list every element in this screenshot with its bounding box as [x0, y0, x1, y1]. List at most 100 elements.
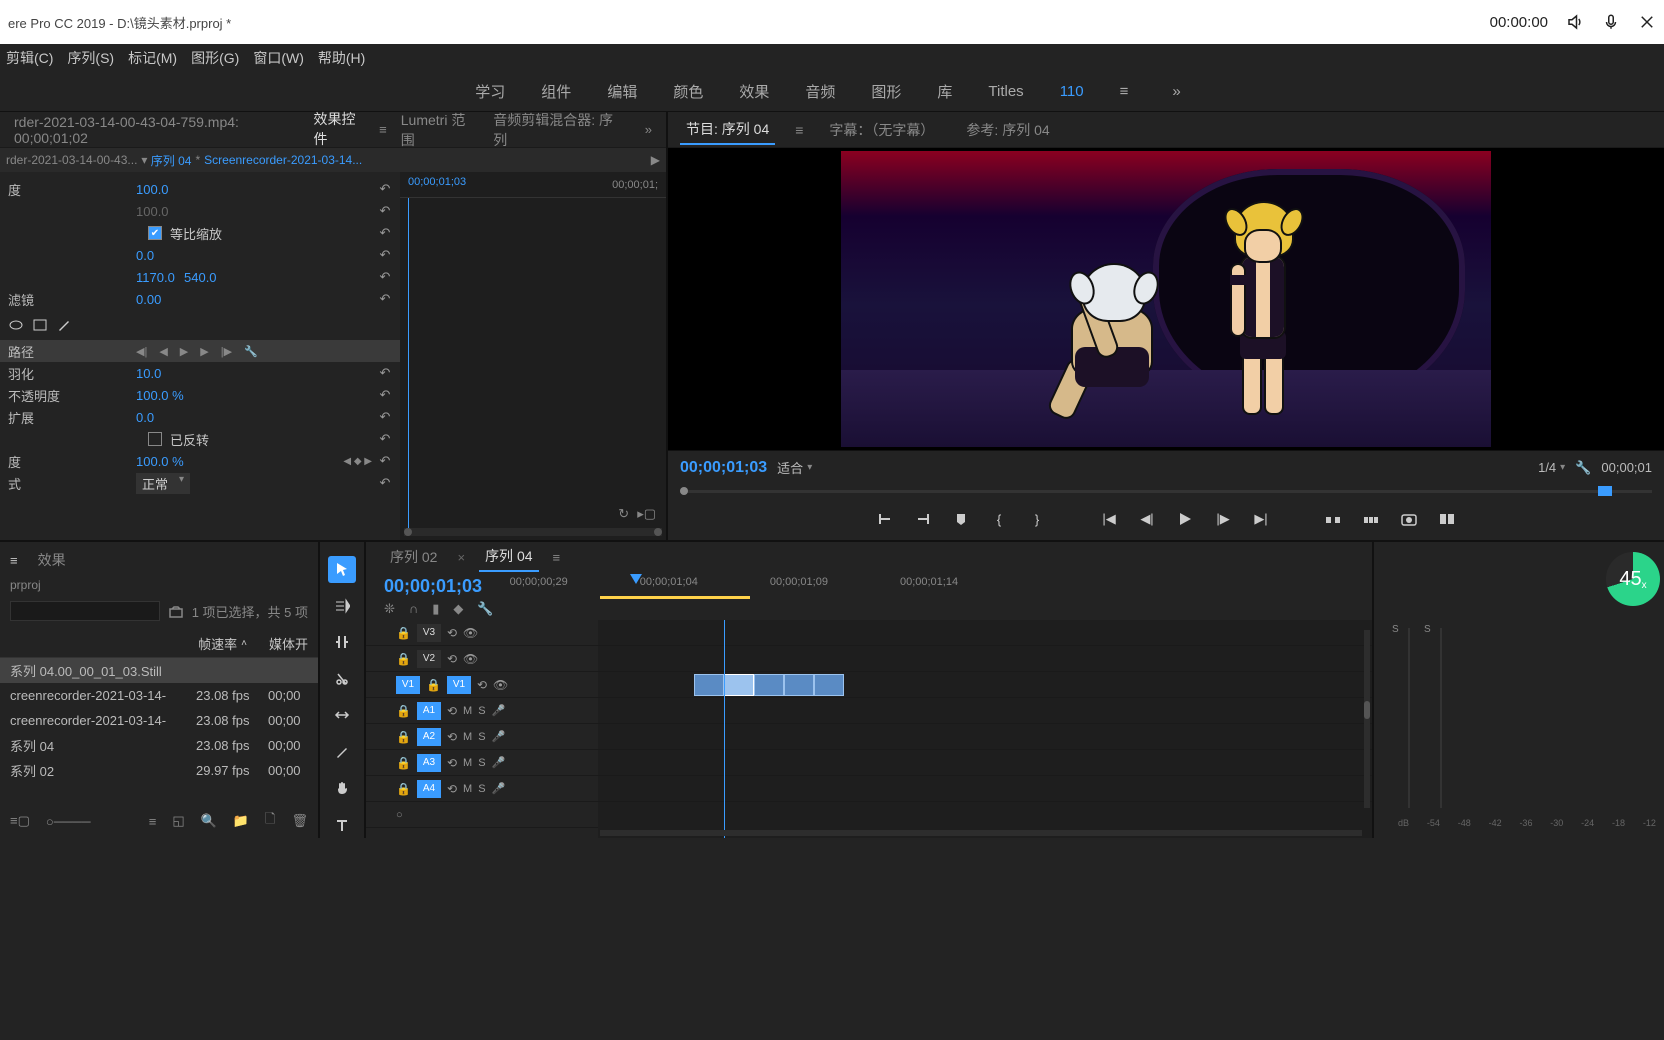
track-a1[interactable]: 🔒A1⟲MS🎤: [366, 698, 598, 724]
ws-editing[interactable]: 编辑: [607, 81, 637, 102]
menu-graphics[interactable]: 图形(G): [191, 48, 239, 68]
mute-button[interactable]: M: [463, 757, 472, 769]
clip[interactable]: [694, 674, 724, 696]
voice-over-icon[interactable]: 🎤: [492, 704, 506, 717]
reset-blend-icon[interactable]: ↶: [376, 475, 394, 491]
reset-rot-icon[interactable]: ↶: [376, 247, 394, 263]
ws-menu-icon[interactable]: ≡: [1120, 83, 1129, 100]
tab-lumetri[interactable]: Lumetri 范围: [395, 106, 480, 154]
mark-out-icon[interactable]: [914, 510, 932, 528]
ellipse-mask-icon[interactable]: [8, 317, 24, 333]
effect-playhead-line[interactable]: [408, 198, 409, 528]
lock-icon[interactable]: 🔒: [396, 626, 411, 640]
opacity-value[interactable]: 100.0 %: [136, 454, 184, 469]
new-item-icon[interactable]: 🗋: [265, 810, 275, 832]
lock-icon[interactable]: 🔒: [396, 704, 411, 718]
speaker-icon[interactable]: [1566, 13, 1584, 31]
mask-wrench-icon[interactable]: 🔧: [244, 345, 258, 358]
project-menu-icon[interactable]: ≡: [10, 553, 18, 568]
zoom-slider[interactable]: ○────: [46, 814, 91, 829]
ws-number[interactable]: 110: [1060, 83, 1084, 100]
col-media-start[interactable]: 媒体开: [269, 634, 308, 653]
tab-subtitle[interactable]: 字幕：（无字幕）: [823, 116, 940, 144]
timeline-timecode[interactable]: 00;00;01;03: [384, 576, 494, 597]
source-patch[interactable]: V1: [396, 676, 420, 694]
vertical-scrollbar[interactable]: [1364, 630, 1370, 808]
horizontal-scrollbar[interactable]: [600, 830, 1362, 836]
tl-marker-icon[interactable]: ◆: [453, 601, 463, 617]
tab-effects-browser[interactable]: 效果: [32, 546, 72, 574]
track-select-tool-icon[interactable]: [328, 593, 356, 620]
step-back-icon[interactable]: ◀|: [1138, 510, 1156, 528]
tab-audio-mixer[interactable]: 音频剪辑混合器: 序列: [487, 106, 622, 154]
comparison-view-icon[interactable]: [1438, 510, 1456, 528]
selection-tool-icon[interactable]: [328, 556, 356, 583]
voice-over-icon[interactable]: 🎤: [492, 782, 506, 795]
list-item[interactable]: 系列 0423.08 fps00;00: [0, 733, 318, 758]
eye-icon[interactable]: 👁: [493, 678, 508, 692]
ws-assembly[interactable]: 组件: [541, 81, 571, 102]
add-marker-icon[interactable]: [952, 510, 970, 528]
program-tab-menu-icon[interactable]: ≡: [795, 122, 803, 138]
mask-prev-kf-icon[interactable]: ◀|: [136, 345, 147, 358]
clip[interactable]: [784, 674, 814, 696]
sync-lock-icon[interactable]: ⟲: [447, 652, 457, 666]
clip-selected[interactable]: [724, 674, 754, 696]
tab-sequence-02[interactable]: 序列 02: [384, 543, 443, 571]
reset-uniform-icon[interactable]: ↶: [376, 225, 394, 241]
play-icon[interactable]: [1176, 510, 1194, 528]
sync-lock-icon[interactable]: ⟲: [447, 626, 457, 640]
reset-scalew-icon[interactable]: ↶: [376, 203, 394, 219]
find-icon[interactable]: 🔍: [201, 813, 217, 829]
reset-opacity-icon[interactable]: ↶: [376, 453, 394, 469]
tab-reference[interactable]: 参考: 序列 04: [960, 116, 1055, 144]
mask-next-kf-icon[interactable]: |▶: [221, 345, 232, 358]
anchor-y[interactable]: 540.0: [184, 270, 224, 285]
mark-in-icon[interactable]: [876, 510, 894, 528]
ripple-edit-tool-icon[interactable]: [328, 629, 356, 656]
anchor-x[interactable]: 1170.0: [136, 270, 176, 285]
sync-lock-icon[interactable]: ⟲: [447, 756, 457, 770]
tl-settings-icon[interactable]: 🔧: [477, 601, 493, 617]
go-to-in-icon[interactable]: |◀: [1100, 510, 1118, 528]
project-search-input[interactable]: [10, 601, 160, 621]
playhead-icon[interactable]: [630, 574, 642, 584]
solo-button[interactable]: S: [478, 757, 485, 769]
close-icon[interactable]: [1638, 13, 1656, 31]
mute-button[interactable]: M: [463, 783, 472, 795]
tab-source-clip[interactable]: rder-2021-03-14-00-43-04-759.mp4: 00;00;…: [8, 110, 299, 150]
hand-tool-icon[interactable]: [328, 775, 356, 802]
effect-timeline[interactable]: 00;00;01;03 00;00;01; ↻ ▸▢: [400, 172, 666, 540]
bracket-out-icon[interactable]: }: [1028, 510, 1046, 528]
add-marker-tl-icon[interactable]: ▮: [432, 601, 439, 617]
reset-af-icon[interactable]: ↶: [376, 291, 394, 307]
reset-anchor-icon[interactable]: ↶: [376, 269, 394, 285]
pen-mask-icon[interactable]: [56, 317, 72, 333]
solo-button[interactable]: S: [478, 705, 485, 717]
track-a4[interactable]: 🔒A4⟲MS🎤: [366, 776, 598, 802]
list-item[interactable]: creenrecorder-2021-03-14-23.08 fps00;00: [0, 683, 318, 708]
mask-step-fwd-icon[interactable]: ▶: [200, 345, 208, 358]
tab-effect-controls[interactable]: 效果控件: [307, 105, 371, 155]
effect-scrubbar[interactable]: [404, 528, 662, 536]
export-frame-icon[interactable]: [1400, 510, 1418, 528]
reset-inv-icon[interactable]: ↶: [376, 431, 394, 447]
lock-icon[interactable]: 🔒: [396, 782, 411, 796]
sync-lock-icon[interactable]: ⟲: [447, 730, 457, 744]
wrench-icon[interactable]: 🔧: [1575, 460, 1591, 476]
reset-feather-icon[interactable]: ↶: [376, 365, 394, 381]
expansion-value[interactable]: 0.0: [136, 410, 176, 425]
program-scrubbar[interactable]: [668, 484, 1664, 498]
tab-program[interactable]: 节目: 序列 04: [680, 115, 775, 145]
program-timecode[interactable]: 00;00;01;03: [680, 459, 767, 477]
eye-icon[interactable]: 👁: [463, 652, 478, 666]
ws-color[interactable]: 颜色: [673, 81, 703, 102]
workspace-overflow-icon[interactable]: »: [1164, 83, 1188, 100]
slip-tool-icon[interactable]: [328, 702, 356, 729]
list-view-icon[interactable]: ≡▢: [10, 813, 30, 829]
sort-icon[interactable]: ≡: [149, 814, 157, 829]
pen-tool-icon[interactable]: [328, 739, 356, 766]
panel-menu-icon[interactable]: ▸▢: [637, 506, 656, 522]
play-clip-icon[interactable]: ▶: [651, 153, 660, 167]
solo-button[interactable]: S: [478, 731, 485, 743]
